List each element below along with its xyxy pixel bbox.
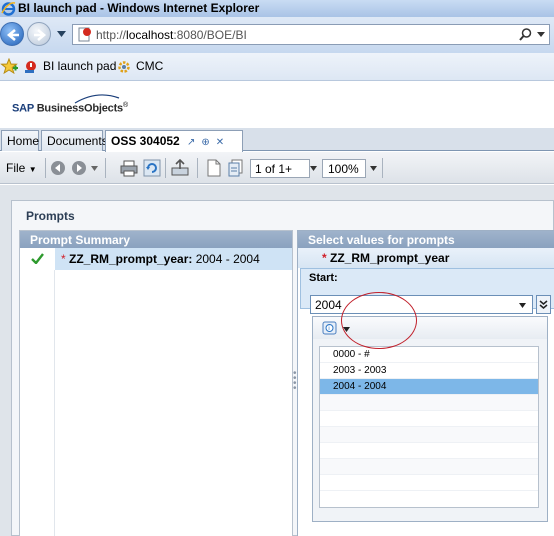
recent-pages-dropdown-icon[interactable] (57, 31, 66, 37)
list-item-empty (320, 411, 538, 427)
select-values-header: Select values for prompts (298, 231, 554, 248)
tab-popout-icon[interactable]: ↗ (187, 137, 195, 148)
favorite-bi-launch-pad[interactable]: BI launch pad (24, 59, 116, 74)
address-dropdown-icon[interactable] (537, 32, 545, 37)
value-list: 0000 - # 2003 - 2003 2004 - 2004 (319, 346, 539, 508)
document-icon[interactable] (205, 159, 223, 177)
start-label: Start: (309, 272, 338, 284)
sap-businessobjects-logo: SAP BusinessObjects® (12, 102, 128, 115)
tab-strip: Home Documents OSS 304052 ↗ ⊕ ✕ (0, 128, 554, 152)
prompt-summary-item[interactable]: * ZZ_RM_prompt_year: 2004 - 2004 (55, 248, 292, 270)
prompt-status (20, 248, 54, 270)
toolbar-separator (165, 158, 166, 178)
address-field[interactable]: http://localhost:8080/BOE/BI (72, 24, 550, 45)
prompt-summary-panel: Prompt Summary * ZZ_RM_prompt_year: 2004… (19, 230, 293, 536)
back-button[interactable] (0, 22, 24, 46)
tab-home[interactable]: Home (1, 130, 39, 151)
tab-documents[interactable]: Documents (41, 130, 108, 151)
page-number-field[interactable]: 1 of 1+ (250, 159, 310, 178)
previous-button[interactable] (51, 161, 65, 175)
export-icon[interactable] (171, 159, 189, 177)
search-icon[interactable] (519, 28, 532, 41)
back-arrow-icon (6, 29, 19, 41)
zoom-dropdown-icon[interactable] (370, 166, 377, 171)
address-url: http://localhost:8080/BOE/BI (96, 28, 247, 42)
summary-column-divider (54, 270, 55, 536)
print-icon[interactable] (120, 159, 138, 177)
forward-button[interactable] (27, 22, 51, 46)
file-menu-button[interactable]: File ▼ (6, 161, 37, 179)
document-toolbar: File ▼ 1 of 1+ 100% (0, 152, 554, 184)
next-button[interactable] (72, 161, 86, 175)
list-item-empty (320, 395, 538, 411)
refresh-icon[interactable] (143, 159, 161, 177)
favorites-star-icon[interactable] (0, 58, 18, 74)
list-item-empty (320, 427, 538, 443)
cmc-icon (118, 61, 130, 73)
ie-logo-icon (1, 2, 16, 16)
toolbar-separator (45, 158, 46, 178)
window-title-bar: BI launch pad - Windows Internet Explore… (0, 0, 554, 17)
prompt-summary-header: Prompt Summary (20, 231, 292, 248)
tab-close-icon[interactable]: ✕ (216, 137, 224, 148)
tab-document-oss-304052[interactable]: OSS 304052 ↗ ⊕ ✕ (105, 130, 243, 152)
combobox-dropdown-icon[interactable] (519, 303, 526, 308)
prompts-title: Prompts (26, 209, 75, 223)
toolbar-separator (382, 158, 383, 178)
favorite-cmc[interactable]: CMC (116, 59, 163, 75)
toolbar-separator (197, 158, 198, 178)
zoom-field[interactable]: 100% (322, 159, 366, 178)
next-arrow-icon (77, 164, 82, 172)
list-item-empty (320, 459, 538, 475)
double-chevron-down-icon (539, 300, 548, 309)
tab-pin-icon[interactable]: ⊕ (201, 137, 209, 148)
annotation-circle (341, 292, 417, 349)
page-navigation-icon[interactable] (227, 159, 245, 177)
checkmark-icon (31, 253, 44, 264)
bi-launchpad-icon (25, 61, 36, 74)
value-dropdown: i 0000 - # 2003 - 2003 2004 - 2004 (312, 316, 548, 522)
forward-arrow-icon (34, 29, 47, 41)
list-item-selected[interactable]: 2004 - 2004 (320, 379, 538, 395)
window-title: BI launch pad - Windows Internet Explore… (18, 1, 260, 15)
previous-arrow-icon (55, 164, 60, 172)
panel-splitter-handle[interactable]: • • • • (293, 369, 297, 394)
svg-text:i: i (328, 326, 329, 332)
list-item[interactable]: 0000 - # (320, 347, 538, 363)
expand-button[interactable] (536, 295, 551, 314)
info-icon[interactable]: i (322, 321, 338, 335)
list-item-empty (320, 475, 538, 491)
toolbar-separator (105, 158, 106, 178)
prompt-summary-row[interactable]: * ZZ_RM_prompt_year: 2004 - 2004 (20, 248, 292, 270)
address-bar: http://localhost:8080/BOE/BI (0, 17, 554, 53)
app-header: SAP BusinessObjects® (0, 82, 554, 128)
page-dropdown-icon[interactable] (310, 166, 317, 171)
list-item[interactable]: 2003 - 2003 (320, 363, 538, 379)
chevron-down-icon: ▼ (28, 165, 37, 174)
page-icon (78, 27, 91, 42)
prompt-name-header: * ZZ_RM_prompt_year (298, 248, 554, 268)
list-item-empty (320, 443, 538, 459)
history-dropdown-icon[interactable] (91, 166, 98, 171)
favorites-bar: BI launch pad CMC (0, 53, 554, 81)
